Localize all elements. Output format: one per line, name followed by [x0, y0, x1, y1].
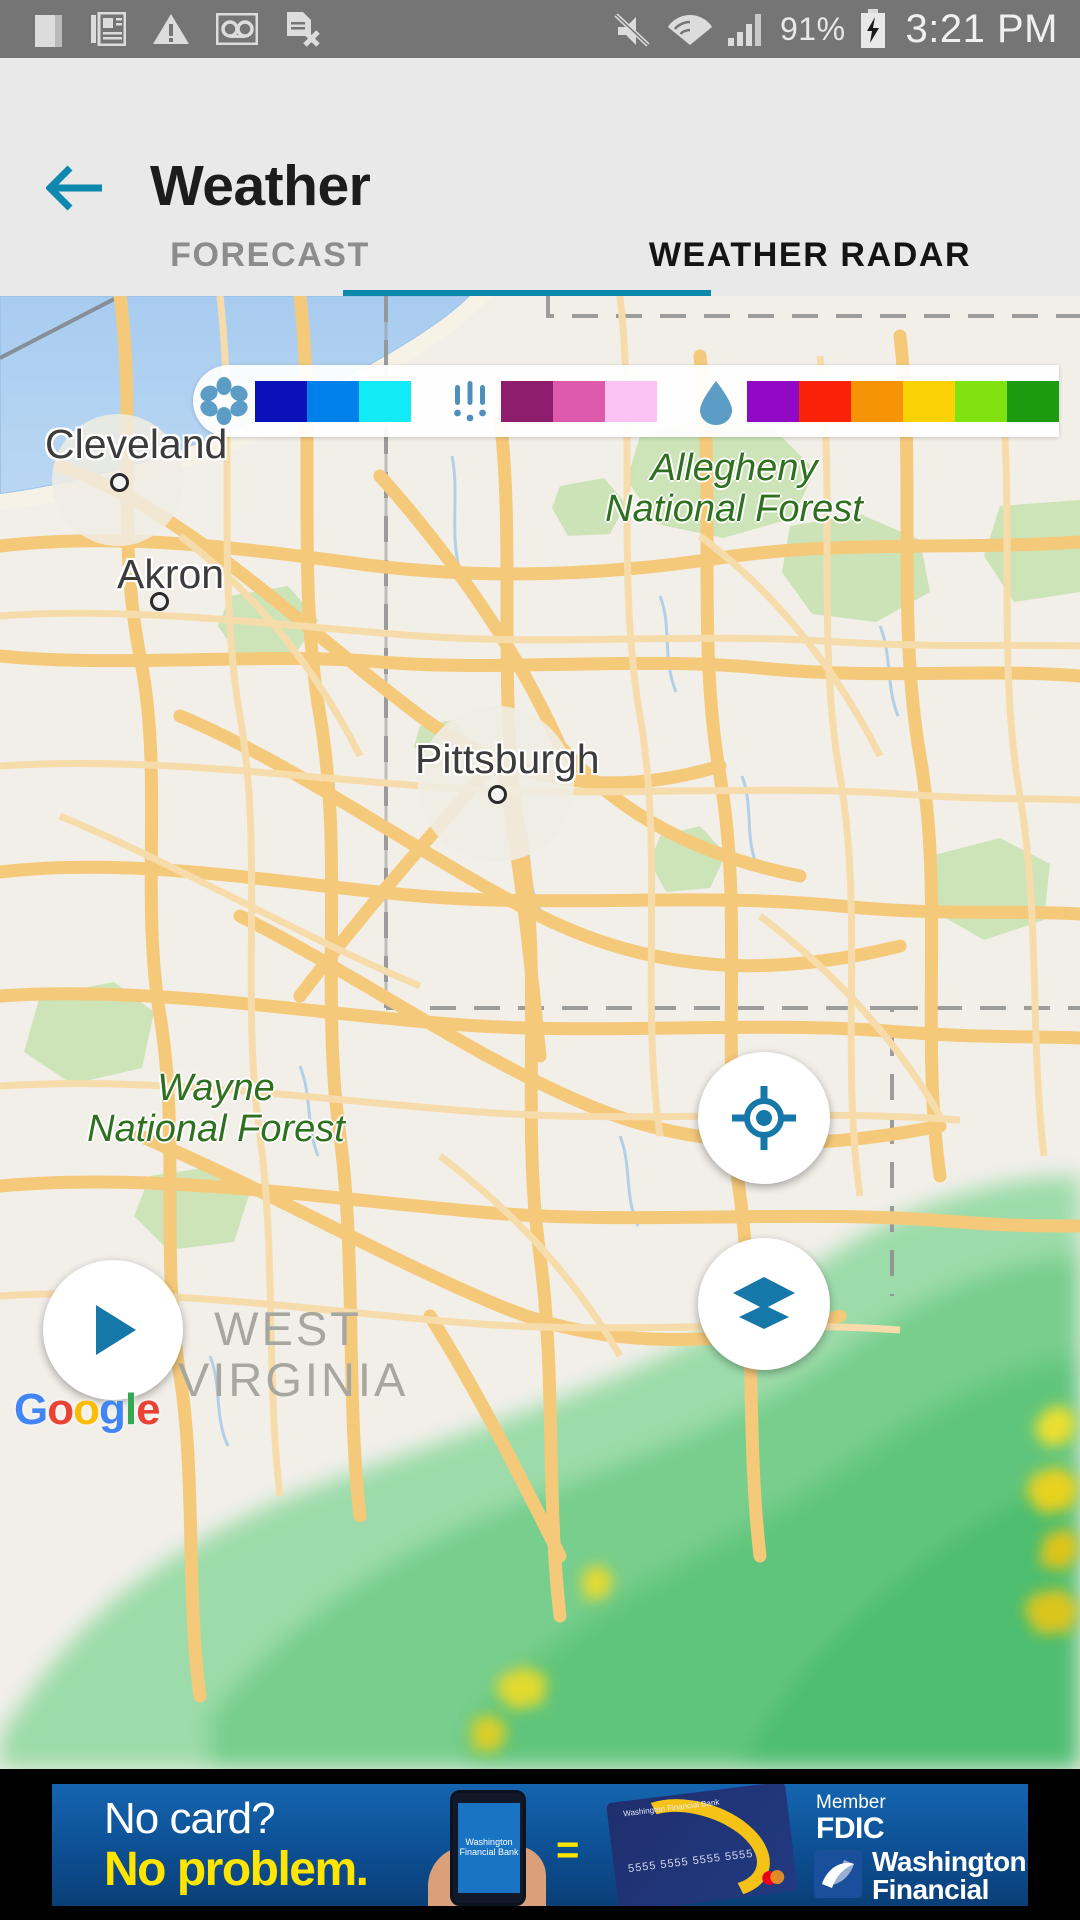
city-label-pittsburgh: Pittsburgh [415, 736, 600, 782]
ad-credit-card-graphic: Washington Financial Bank 5555 5555 5555… [605, 1783, 799, 1906]
mute-icon [614, 13, 650, 47]
play-animation-button[interactable] [43, 1260, 183, 1400]
ad-headline-2: No problem. [104, 1842, 369, 1896]
sleet-icon [439, 377, 501, 425]
tab-forecast[interactable]: FORECAST [0, 230, 540, 296]
tab-bar: FORECAST WEATHER RADAR [0, 230, 1080, 296]
sim-card-icon [35, 15, 62, 47]
crosshair-icon [732, 1086, 796, 1150]
tab-weather-radar[interactable]: WEATHER RADAR [540, 230, 1080, 296]
voicemail-icon [216, 13, 258, 45]
snowflake-icon [193, 377, 255, 425]
ad-phone-graphic: Washington Financial Bank [450, 1789, 526, 1906]
ad-phone-app-label: Washington Financial Bank [459, 1836, 519, 1857]
ad-bank-name-line2: Financial Bank [872, 1873, 989, 1905]
mastercard-icon [762, 1869, 785, 1885]
ad-content[interactable]: No card? No problem. Washington Financia… [52, 1783, 1028, 1906]
ad-member-label: Member [816, 1791, 886, 1813]
ad-headline-1: No card? [104, 1793, 276, 1843]
warning-icon [153, 14, 189, 44]
forest-wayne-line1: Wayne [157, 1067, 275, 1109]
ad-equals-sign: = [556, 1827, 580, 1872]
state-label-west-virginia: WEST VIRGINIA [178, 1302, 409, 1406]
legend-group-mixed [439, 377, 657, 425]
raindrop-icon [685, 377, 747, 425]
weather-radar-screen: 91% 3:21 PM Weather FORECAST WEATHER RAD… [0, 0, 1080, 1920]
forest-label-wayne: Wayne National Forest [66, 1067, 366, 1151]
mixed-color-scale [501, 380, 657, 422]
city-marker-akron [150, 592, 169, 611]
ad-phone-screen: Washington Financial Bank [458, 1802, 520, 1893]
ad-fdic-label: FDIC [816, 1811, 885, 1845]
map-layers-button[interactable] [698, 1238, 830, 1370]
forest-label-allegheny: Allegheny National Forest [584, 447, 884, 531]
layers-icon [733, 1277, 795, 1329]
battery-charging-icon [860, 9, 885, 48]
city-label-cleveland: Cleveland [45, 421, 228, 467]
legend-group-rain [685, 377, 1059, 425]
app-bar: Weather FORECAST WEATHER RADAR [0, 58, 1080, 296]
status-bar-left-icons [34, 10, 614, 48]
city-label-akron: Akron [117, 551, 225, 597]
back-arrow-icon[interactable] [46, 162, 104, 214]
battery-percent-label: 91% [779, 10, 846, 47]
legend-group-snow [193, 377, 411, 425]
snow-color-scale [255, 380, 411, 422]
news-icon [91, 12, 126, 46]
status-bar-right-icons: 91% 3:21 PM [614, 7, 1058, 52]
forest-wayne-line2: National Forest [87, 1108, 345, 1151]
forest-allegheny-line2: National Forest [605, 488, 863, 531]
play-icon [96, 1305, 136, 1355]
google-attribution: Google [14, 1385, 161, 1434]
rain-color-scale [747, 380, 1059, 422]
status-bar: 91% 3:21 PM [0, 0, 1080, 58]
bank-logo-icon [814, 1849, 862, 1898]
city-marker-pittsburgh [488, 785, 507, 804]
forest-allegheny-line1: Allegheny [650, 447, 818, 489]
clock-label: 3:21 PM [905, 6, 1058, 51]
radar-legend[interactable] [193, 365, 1059, 437]
city-marker-cleveland [110, 473, 129, 492]
state-line2: VIRGINIA [178, 1352, 409, 1406]
map-canvas [0, 296, 1080, 1769]
signal-icon [727, 14, 761, 46]
my-location-button[interactable] [698, 1052, 830, 1184]
ad-banner[interactable]: No card? No problem. Washington Financia… [0, 1769, 1080, 1920]
radar-map[interactable]: Cleveland Akron Pittsburgh Allegheny Nat… [0, 296, 1080, 1769]
sim-error-icon [287, 12, 320, 47]
page-title: Weather [150, 154, 371, 218]
state-line1: WEST [214, 1302, 362, 1355]
wifi-icon [667, 15, 712, 45]
